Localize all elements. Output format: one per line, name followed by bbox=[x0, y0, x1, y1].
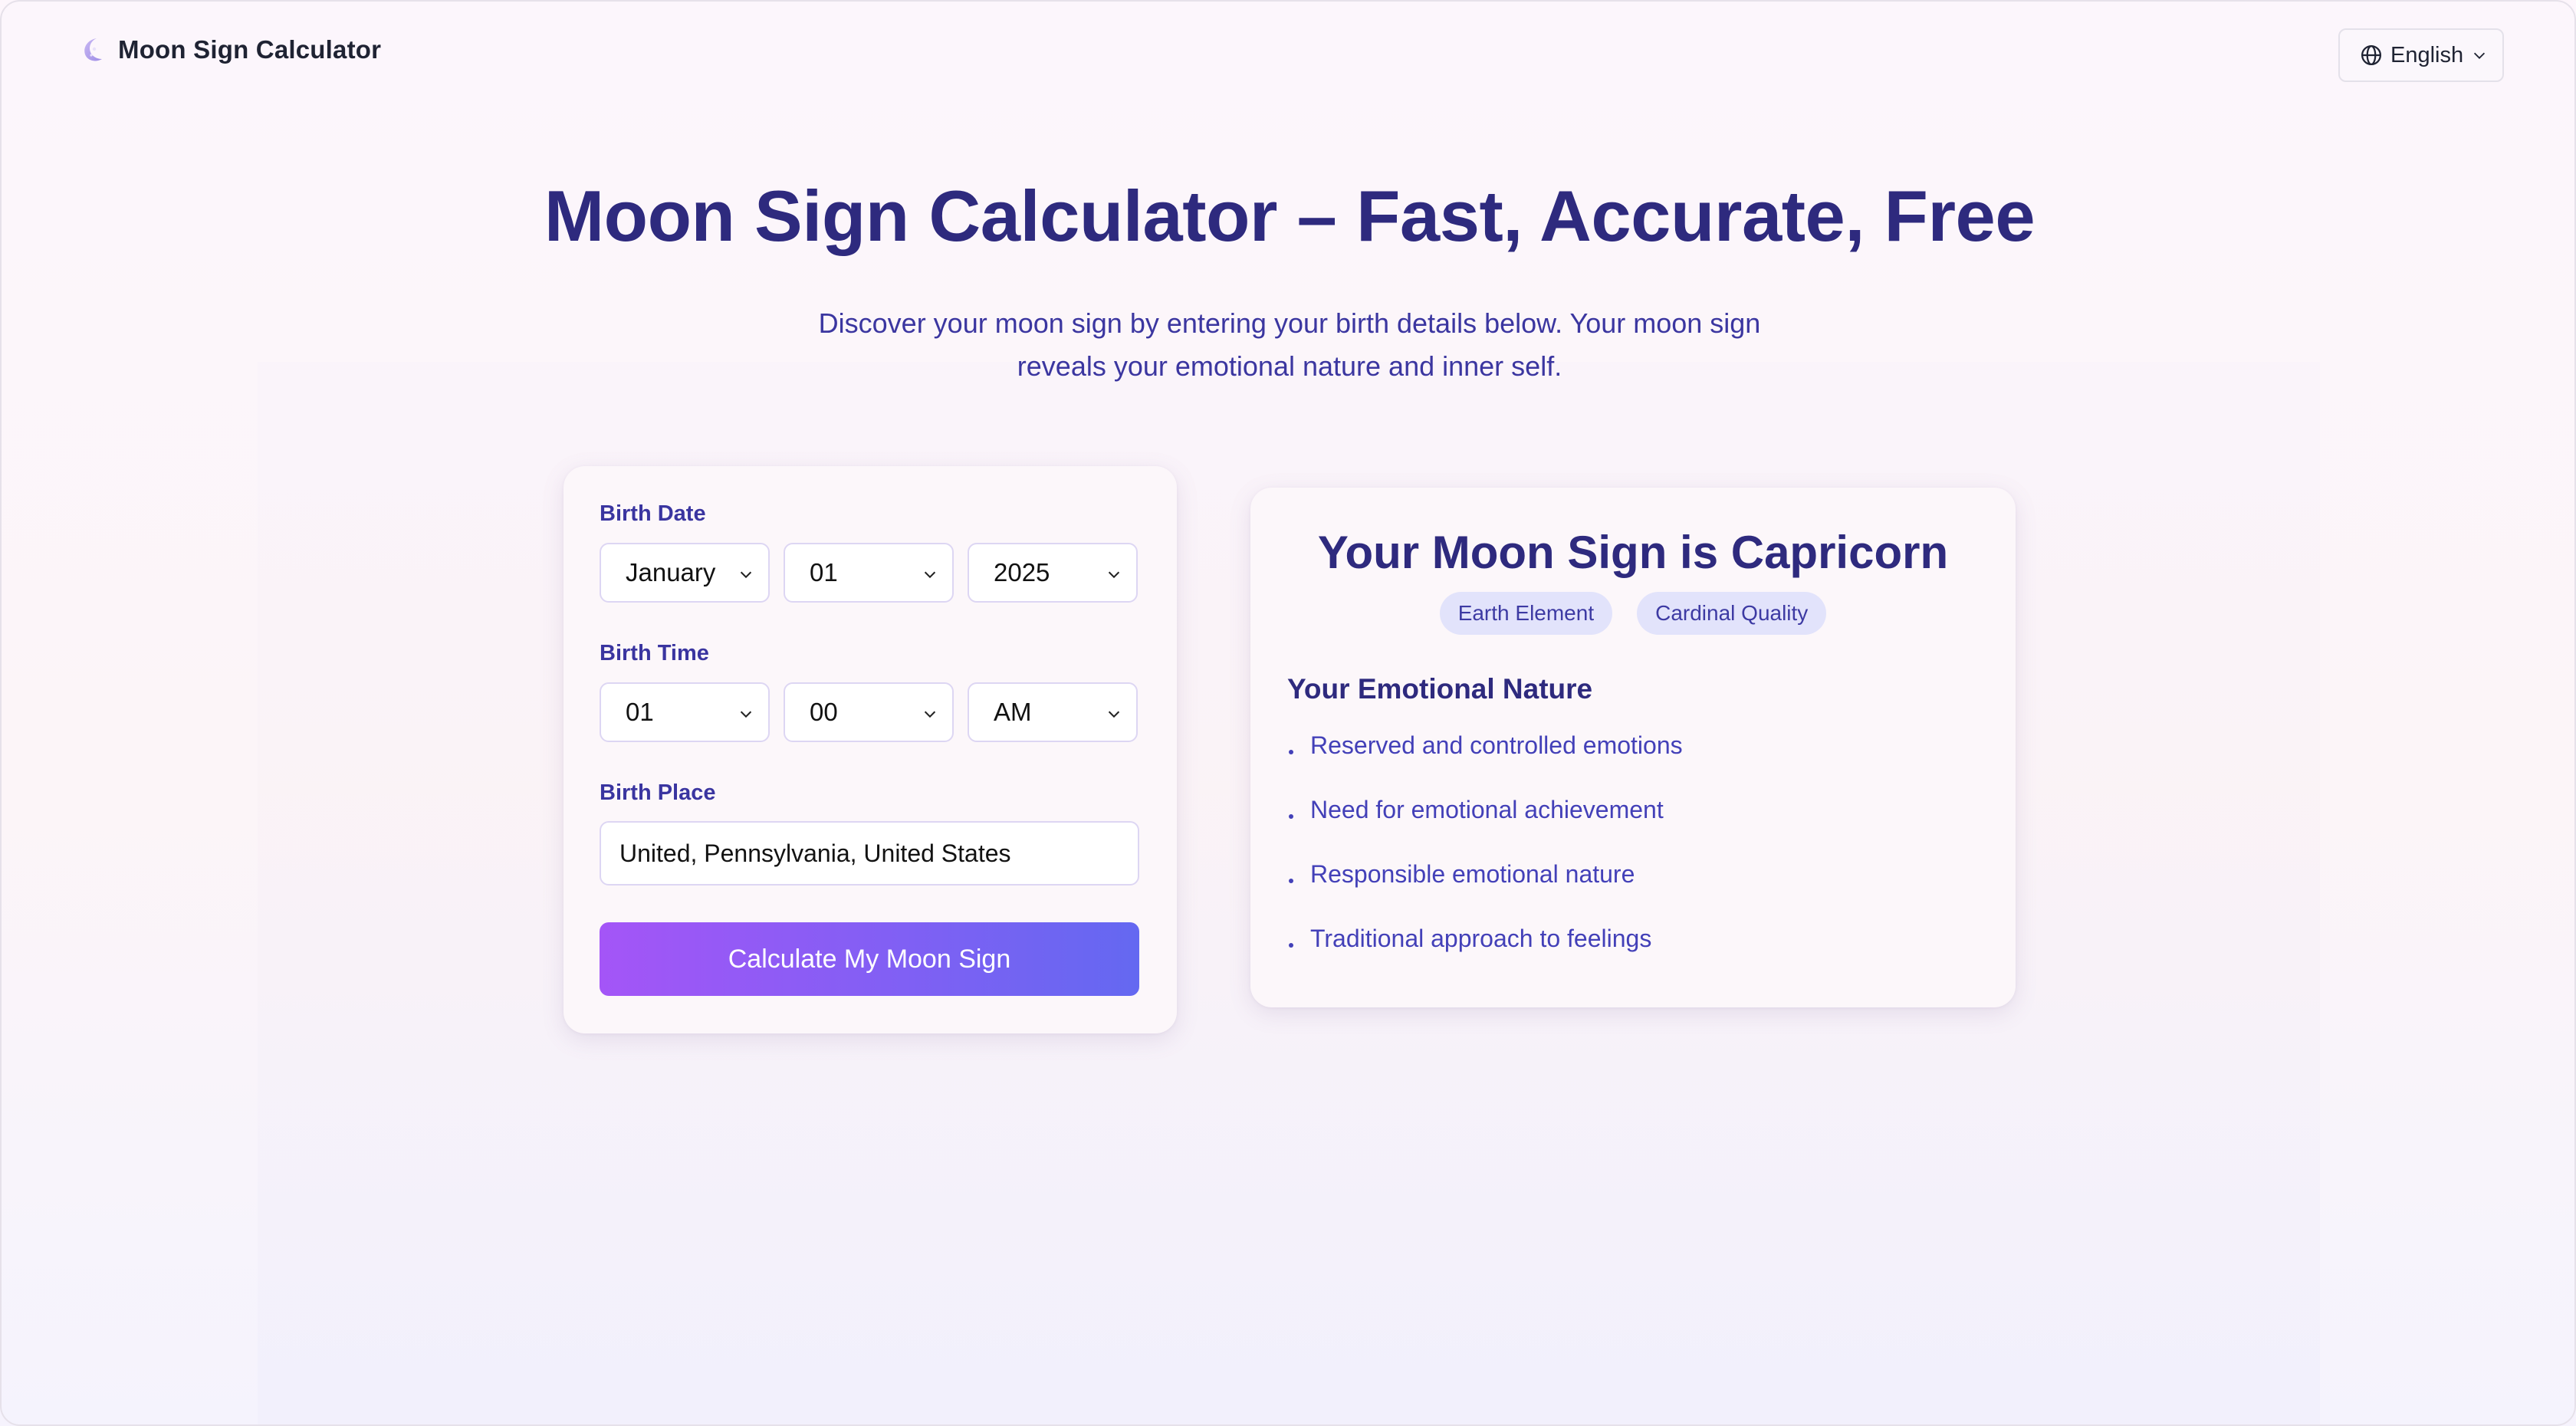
list-item: Need for emotional achievement bbox=[1287, 796, 1683, 860]
birth-ampm-select[interactable]: AM bbox=[968, 682, 1138, 742]
moon-icon bbox=[84, 38, 102, 61]
language-selector[interactable]: English bbox=[2338, 28, 2504, 82]
chevron-down-icon bbox=[740, 711, 752, 718]
trait-text: Need for emotional achievement bbox=[1310, 796, 1664, 823]
birth-day-select[interactable]: 01 bbox=[784, 543, 954, 603]
language-label: English bbox=[2390, 42, 2464, 67]
brand-name: Moon Sign Calculator bbox=[118, 35, 382, 64]
quality-badge: Cardinal Quality bbox=[1637, 592, 1827, 635]
chevron-down-icon bbox=[924, 711, 936, 718]
birth-year-value: 2025 bbox=[994, 558, 1050, 586]
birth-place-input[interactable]: United, Pennsylvania, United States bbox=[600, 821, 1139, 886]
moon-sign-result-card: Your Moon Sign is Capricorn Earth Elemen… bbox=[1250, 488, 2016, 1007]
birth-minute-value: 00 bbox=[810, 698, 838, 726]
app-window: Moon Sign Calculator English Moon Sign C… bbox=[0, 0, 2576, 1426]
chevron-down-icon bbox=[924, 571, 936, 579]
subtitle-line-2: reveals your emotional nature and inner … bbox=[1017, 350, 1562, 382]
element-badge: Earth Element bbox=[1439, 592, 1613, 635]
birth-month-select[interactable]: January bbox=[600, 543, 770, 603]
emotional-nature-heading: Your Emotional Nature bbox=[1287, 673, 1593, 705]
trait-text: Responsible emotional nature bbox=[1310, 860, 1635, 888]
bullet-icon bbox=[1289, 879, 1293, 883]
chevron-down-icon bbox=[2474, 52, 2486, 59]
birth-month-value: January bbox=[626, 558, 716, 586]
trait-text: Reserved and controlled emotions bbox=[1310, 731, 1683, 759]
birth-minute-select[interactable]: 00 bbox=[784, 682, 954, 742]
result-title: Your Moon Sign is Capricorn bbox=[1317, 527, 1949, 578]
bullet-icon bbox=[1289, 943, 1293, 948]
birth-hour-value: 01 bbox=[626, 698, 654, 726]
result-badges: Earth Element Cardinal Quality bbox=[1250, 592, 2016, 635]
birth-date-label: Birth Date bbox=[600, 501, 706, 526]
birth-year-select[interactable]: 2025 bbox=[968, 543, 1138, 603]
list-item: Responsible emotional nature bbox=[1287, 860, 1683, 925]
globe-icon bbox=[2361, 45, 2381, 65]
trait-text: Traditional approach to feelings bbox=[1310, 925, 1652, 952]
birth-day-value: 01 bbox=[810, 558, 838, 586]
subtitle-line-1: Discover your moon sign by entering your… bbox=[818, 307, 1761, 339]
birth-hour-select[interactable]: 01 bbox=[600, 682, 770, 742]
birth-place-value: United, Pennsylvania, United States bbox=[619, 839, 1011, 867]
list-item: Traditional approach to feelings bbox=[1287, 925, 1683, 989]
page-subtitle: Discover your moon sign by entering your… bbox=[791, 302, 1788, 388]
brand-logo-link[interactable]: Moon Sign Calculator bbox=[78, 35, 381, 64]
calculate-button[interactable]: Calculate My Moon Sign bbox=[600, 922, 1139, 996]
chevron-down-icon bbox=[1108, 711, 1120, 718]
chevron-down-icon bbox=[1108, 571, 1120, 579]
trait-list: Reserved and controlled emotions Need fo… bbox=[1287, 731, 1683, 989]
birth-time-label: Birth Time bbox=[600, 641, 709, 665]
list-item: Reserved and controlled emotions bbox=[1287, 731, 1683, 796]
bullet-icon bbox=[1289, 750, 1293, 754]
bullet-icon bbox=[1289, 814, 1293, 819]
chevron-down-icon bbox=[740, 571, 752, 579]
birth-details-form: Birth Date January 01 2025 Birth Time 01… bbox=[564, 466, 1177, 1033]
page-title: Moon Sign Calculator – Fast, Accurate, F… bbox=[544, 176, 2036, 256]
birth-place-label: Birth Place bbox=[600, 780, 716, 805]
birth-ampm-value: AM bbox=[994, 698, 1032, 726]
